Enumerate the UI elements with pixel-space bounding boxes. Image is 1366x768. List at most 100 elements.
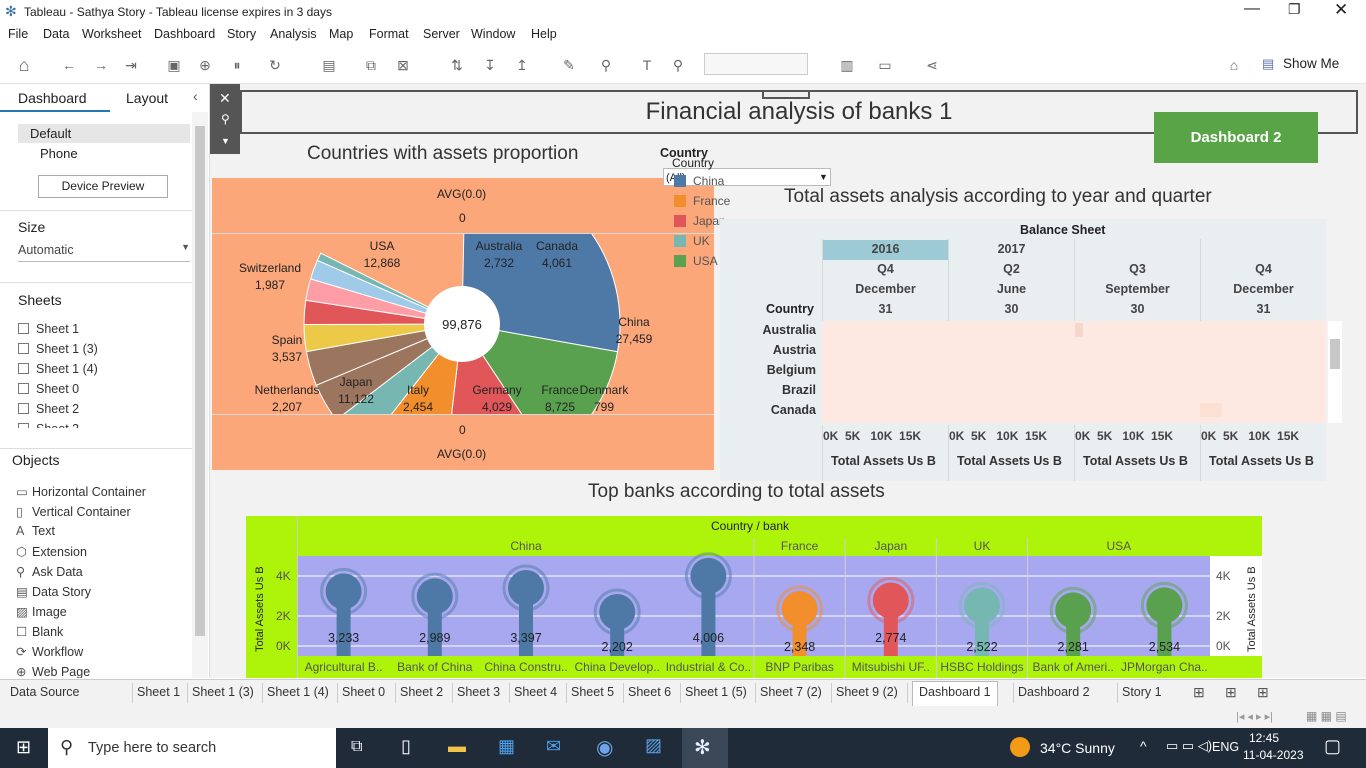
remove-icon[interactable]: ✕ <box>219 90 231 107</box>
collapse-pane-icon[interactable]: ‹ <box>193 88 198 104</box>
weather-text[interactable]: 34°C Sunny <box>1040 740 1115 756</box>
menu-story[interactable]: Story <box>227 27 256 41</box>
object-item[interactable]: ⚲ Ask Data <box>16 564 83 579</box>
bar-head[interactable] <box>508 570 544 607</box>
new-dashboard-icon[interactable]: ⊞ <box>1225 684 1237 701</box>
save-icon[interactable]: ▣ <box>165 56 183 74</box>
tableau-taskbar-icon[interactable]: ✻ <box>694 735 711 760</box>
sheet-item[interactable]: Sheet 1 (3) <box>18 342 98 356</box>
undo-icon[interactable]: ← <box>60 56 78 74</box>
tab-sheet-1-3-[interactable]: Sheet 1 (3) <box>192 685 254 699</box>
store-icon[interactable]: ▦ <box>498 736 515 757</box>
group-icon[interactable]: ⚲ <box>597 56 615 74</box>
file-explorer-icon[interactable]: ▬ <box>448 736 466 757</box>
sheet-item[interactable]: Sheet 0 <box>18 382 79 396</box>
task-view-icon[interactable]: ⧉ <box>351 738 362 756</box>
view-mode-icons[interactable]: ▦ ▦ ▤ <box>1306 709 1347 723</box>
tab-sheet-2[interactable]: Sheet 2 <box>400 685 443 699</box>
menu-dashboard[interactable]: Dashboard <box>154 27 215 41</box>
tab-dashboard-1[interactable]: Dashboard 1 <box>912 681 998 707</box>
tab-dashboard[interactable]: Dashboard <box>18 90 87 106</box>
share-icon[interactable]: ⋖ <box>923 56 941 74</box>
sheet-item[interactable]: Sheet 2 <box>18 402 79 416</box>
restore-icon[interactable]: ❐ <box>1288 1 1301 18</box>
bar-head[interactable] <box>325 573 362 610</box>
tab-sheet-1-4-[interactable]: Sheet 1 (4) <box>267 685 329 699</box>
tab-sheet-7-2-[interactable]: Sheet 7 (2) <box>760 685 822 699</box>
bar-head[interactable] <box>964 587 1000 624</box>
bar-head[interactable] <box>781 591 818 628</box>
chrome-icon[interactable]: ◉ <box>596 735 613 760</box>
sort-descending-icon[interactable]: ↥ <box>513 56 531 74</box>
clear-sheet-icon[interactable]: ⊠ <box>394 56 412 74</box>
heat-scrollbar[interactable] <box>1328 321 1342 423</box>
tab-sheet-9-2-[interactable]: Sheet 9 (2) <box>836 685 898 699</box>
tab-sheet-1-5-[interactable]: Sheet 1 (5) <box>685 685 747 699</box>
file-icon[interactable]: ▯ <box>401 736 411 757</box>
clock-time[interactable]: 12:45 <box>1249 731 1279 745</box>
pin-icon[interactable]: ⚲ <box>221 112 230 126</box>
fit-dropdown[interactable] <box>704 53 808 75</box>
presentation-icon[interactable]: ▭ <box>876 56 894 74</box>
tab-sheet-3[interactable]: Sheet 3 <box>457 685 500 699</box>
tab-sheet-1[interactable]: Sheet 1 <box>137 685 180 699</box>
menu-file[interactable]: File <box>8 27 28 41</box>
home-icon[interactable]: ⌂ <box>15 56 33 74</box>
object-item[interactable]: ▭ Horizontal Container <box>16 484 146 499</box>
size-dropdown[interactable]: Automatic ▼ <box>18 242 190 262</box>
clock-date[interactable]: 11-04-2023 <box>1243 748 1304 762</box>
windows-start-icon[interactable]: ⊞ <box>16 737 31 758</box>
redo-icon[interactable]: → <box>92 56 110 74</box>
menu-data[interactable]: Data <box>43 27 69 41</box>
labels-icon[interactable]: T <box>638 56 656 74</box>
menu-format[interactable]: Format <box>369 27 409 41</box>
menu-map[interactable]: Map <box>329 27 353 41</box>
left-pane-scrollbar[interactable] <box>192 112 208 678</box>
duplicate-icon[interactable]: ⧉ <box>362 56 380 74</box>
object-item[interactable]: A Text <box>16 524 55 538</box>
sheet-item[interactable]: Sheet 3 <box>18 422 79 428</box>
tab-sheet-6[interactable]: Sheet 6 <box>628 685 671 699</box>
sort-ascending-icon[interactable]: ↧ <box>481 56 499 74</box>
minimize-icon[interactable]: — <box>1244 0 1260 18</box>
tab-layout[interactable]: Layout <box>126 90 168 106</box>
close-icon[interactable]: ✕ <box>1334 0 1348 20</box>
new-sheet-icon[interactable]: ⊞ <box>1193 684 1205 701</box>
replay-icon[interactable]: ⇥ <box>122 56 140 74</box>
bar-head[interactable] <box>416 578 453 615</box>
tray-icons[interactable]: ▭ ▭ ◁) <box>1166 738 1212 754</box>
device-preview-button[interactable]: Device Preview <box>38 175 168 198</box>
object-item[interactable]: ▨ Image <box>16 604 67 619</box>
tab-data-source[interactable]: Data Source <box>10 685 79 699</box>
bar-head[interactable] <box>1055 592 1092 629</box>
highlight-icon[interactable]: ✎ <box>560 56 578 74</box>
pin-icon[interactable]: ⚲ <box>669 56 687 74</box>
show-cards-icon[interactable]: ▥ <box>838 56 856 74</box>
tab-sheet-4[interactable]: Sheet 4 <box>514 685 557 699</box>
tab-sheet-5[interactable]: Sheet 5 <box>571 685 614 699</box>
sheet-item[interactable]: Sheet 1 <box>18 322 79 336</box>
sheet-item[interactable]: Sheet 1 (4) <box>18 362 98 376</box>
show-me-button[interactable]: Show Me <box>1283 56 1339 71</box>
object-item[interactable]: ▯ Vertical Container <box>16 504 131 519</box>
new-datasource-icon[interactable]: ⊕ <box>196 56 214 74</box>
photos-icon[interactable]: ▨ <box>645 735 662 756</box>
taskbar-search[interactable]: ⚲ Type here to search <box>48 728 336 768</box>
device-default[interactable]: Default <box>30 126 71 141</box>
tray-chevron-icon[interactable]: ^ <box>1140 738 1147 754</box>
object-item[interactable]: ⬡ Extension <box>16 544 87 559</box>
menu-worksheet[interactable]: Worksheet <box>82 27 142 41</box>
new-worksheet-icon[interactable]: ▤ <box>320 56 338 74</box>
tab-nav-icons[interactable]: |◂ ◂ ▸ ▸| <box>1236 710 1273 723</box>
container-handle[interactable]: ✕ ⚲ ▼ <box>210 84 240 154</box>
menu-help[interactable]: Help <box>531 27 557 41</box>
dashboard-2-button[interactable]: Dashboard 2 <box>1154 112 1318 163</box>
device-phone[interactable]: Phone <box>40 146 78 161</box>
swap-icon[interactable]: ⇅ <box>448 56 466 74</box>
object-item[interactable]: ☐ Blank <box>16 624 63 639</box>
bar-head[interactable] <box>872 582 909 619</box>
new-story-icon[interactable]: ⊞ <box>1257 684 1269 701</box>
object-item[interactable]: ⊕ Web Page <box>16 664 90 678</box>
notification-icon[interactable]: ▢ <box>1324 736 1341 757</box>
menu-server[interactable]: Server <box>423 27 460 41</box>
